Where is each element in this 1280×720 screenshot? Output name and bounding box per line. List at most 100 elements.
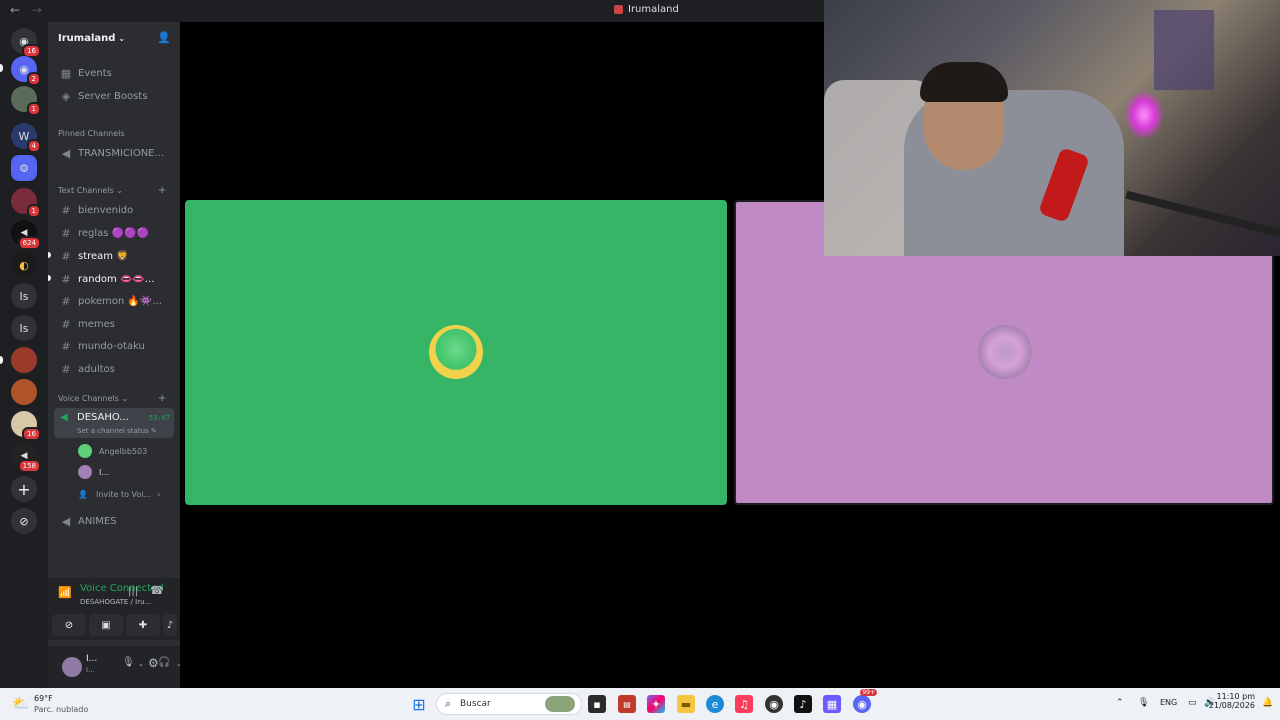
direct-messages-button[interactable]: ◉ 16	[11, 28, 41, 58]
screen-share-button[interactable]: ▣	[89, 614, 123, 636]
channel-desahogate[interactable]: ◀ DESAHO... 53:07 Set a channel status ✎	[54, 408, 174, 438]
soundboard-button[interactable]: ♪	[163, 614, 177, 636]
channel-random[interactable]: # random 👄👄...	[54, 269, 174, 289]
nav-buttons: ← →	[10, 3, 50, 17]
channel-label: bienvenido	[78, 204, 134, 216]
avatar[interactable]	[62, 657, 82, 677]
notification-bell-icon[interactable]: 🔔	[1262, 698, 1273, 708]
app-icon[interactable]: ▤	[618, 695, 636, 713]
settings-icon[interactable]: ⚙	[148, 656, 159, 670]
voice-channel-link[interactable]: DESAHOGATE / Iru...	[80, 598, 151, 606]
microphone-icon[interactable]: 🎙	[1138, 698, 1149, 708]
channel-transmiciones[interactable]: ◀ TRANSMICIONE...	[54, 143, 174, 163]
channel-status-button[interactable]: Set a channel status ✎	[77, 427, 157, 435]
microphone-icon[interactable]: 🎙	[122, 657, 135, 668]
invite-to-voice-button[interactable]: 👤 Invite to Voi... ›	[78, 485, 160, 503]
channel-label: reglas 🟣🟣🟣	[78, 227, 150, 239]
clock[interactable]: 11:10 pm 21/08/2026	[1209, 692, 1255, 710]
channel-adultos[interactable]: # adultos	[54, 359, 174, 379]
unread-indicator	[48, 275, 51, 281]
server-header[interactable]: Irumaland ⌄ 👤	[48, 22, 180, 54]
server-icon-9[interactable]: Is	[11, 315, 37, 341]
server-icon-3[interactable]: W4	[11, 123, 41, 153]
screen-share-icon: ▣	[101, 619, 111, 631]
mic-arm	[1125, 190, 1280, 238]
chevron-up-icon[interactable]: ⌃	[1116, 698, 1124, 708]
sun-icon: ◐	[19, 258, 29, 272]
discover-button[interactable]: ⊘	[11, 508, 37, 534]
calendar-icon: ▦	[60, 66, 72, 80]
server-icon-5[interactable]: 1	[11, 188, 41, 218]
invite-people-icon[interactable]: 👤	[157, 31, 171, 44]
time: 11:10 pm	[1216, 692, 1255, 701]
participant-tile[interactable]	[185, 200, 727, 505]
channel-label: random 👄👄...	[78, 273, 155, 285]
channel-sidebar: Irumaland ⌄ 👤 ▦ Events ◈ Server Boosts Pin…	[48, 22, 182, 688]
invite-icon: 👤	[78, 489, 88, 499]
speaker-icon: ◀	[60, 412, 68, 423]
text-channels-category[interactable]: Text Channels ⌄ +	[58, 185, 166, 196]
voice-channels-category[interactable]: Voice Channels ⌄ +	[58, 393, 166, 404]
back-icon[interactable]: ←	[10, 3, 20, 17]
discord-icon[interactable]: ◉ 99+	[853, 689, 877, 713]
search-icon: ⌕	[445, 697, 452, 710]
camera-off-button[interactable]: ⊘	[52, 614, 86, 636]
server-initials: Is	[19, 289, 29, 303]
network-icon[interactable]: ▭	[1188, 698, 1197, 708]
server-icon-4[interactable]: ⚙	[11, 155, 37, 181]
apps-icon[interactable]: ▦	[823, 695, 841, 713]
category-label: Voice Channels	[58, 394, 119, 403]
server-icon-8[interactable]: Is	[11, 283, 37, 309]
channel-pokemon[interactable]: # pokemon 🔥👾...	[54, 291, 174, 311]
unread-pill	[0, 64, 3, 72]
activities-button[interactable]: ✚	[126, 614, 160, 636]
channel-stream[interactable]: # stream 🦁	[54, 246, 174, 266]
channel-animes[interactable]: ◀ ANIMES	[54, 511, 174, 531]
search-box[interactable]: ⌕ Buscar	[436, 693, 582, 715]
temperature: 69°F	[34, 694, 53, 703]
server-icon-6[interactable]: ◀ 624	[11, 220, 41, 250]
tiktok-icon[interactable]: ♪	[794, 695, 812, 713]
server-boosts-item[interactable]: ◈ Server Boosts	[54, 86, 174, 106]
speaker-icon: ◀	[61, 514, 71, 528]
date: 21/08/2026	[1208, 701, 1255, 710]
windows-start-icon[interactable]: ⊞	[410, 695, 428, 714]
hash-icon: #	[61, 294, 71, 308]
add-channel-icon[interactable]: +	[158, 393, 166, 404]
chevron-down-icon[interactable]: ⌄	[138, 660, 144, 668]
headphones-icon[interactable]: 🎧	[158, 657, 170, 668]
server-icon-10[interactable]	[11, 347, 37, 373]
voice-user[interactable]: Angelbb503	[78, 442, 147, 460]
unread-pill	[0, 356, 3, 364]
poster	[1154, 10, 1214, 90]
copilot-icon[interactable]: ✦	[647, 695, 665, 713]
events-item[interactable]: ▦ Events	[54, 63, 174, 83]
badge: 158	[17, 459, 41, 473]
task-view-icon[interactable]: ▪	[588, 695, 606, 713]
language-indicator[interactable]: ENG	[1160, 698, 1177, 707]
disconnect-icon[interactable]: ☎	[150, 584, 164, 597]
channel-memes[interactable]: # memes	[54, 314, 174, 334]
file-explorer-icon[interactable]: ▬	[677, 695, 695, 713]
server-icon-12[interactable]: 16	[11, 411, 41, 441]
channel-bienvenido[interactable]: # bienvenido	[54, 200, 174, 220]
noise-suppression-icon[interactable]: |||	[128, 586, 138, 597]
channel-mundo-otaku[interactable]: # mundo-otaku	[54, 336, 174, 356]
music-icon[interactable]: ♫	[735, 695, 753, 713]
server-icon-13[interactable]: ◀ 158	[11, 443, 41, 473]
category-label: Text Channels	[58, 186, 114, 195]
edge-icon[interactable]: e	[706, 695, 724, 713]
channel-label: mundo-otaku	[78, 340, 145, 352]
add-server-button[interactable]: +	[11, 476, 37, 502]
voice-user[interactable]: I...	[78, 463, 109, 481]
add-channel-icon[interactable]: +	[158, 185, 166, 196]
forward-icon[interactable]: →	[32, 3, 42, 17]
channel-reglas[interactable]: # reglas 🟣🟣🟣	[54, 223, 174, 243]
invite-label: Invite to Voi...	[95, 489, 152, 499]
server-icon-2[interactable]: 1	[11, 86, 41, 116]
pinned-category[interactable]: Pinned Channels	[58, 129, 125, 138]
server-icon-7[interactable]: ◐	[11, 252, 37, 278]
server-icon-11[interactable]	[11, 379, 37, 405]
server-icon-1[interactable]: ◉ 2	[11, 56, 41, 86]
obs-icon[interactable]: ◉	[765, 695, 783, 713]
